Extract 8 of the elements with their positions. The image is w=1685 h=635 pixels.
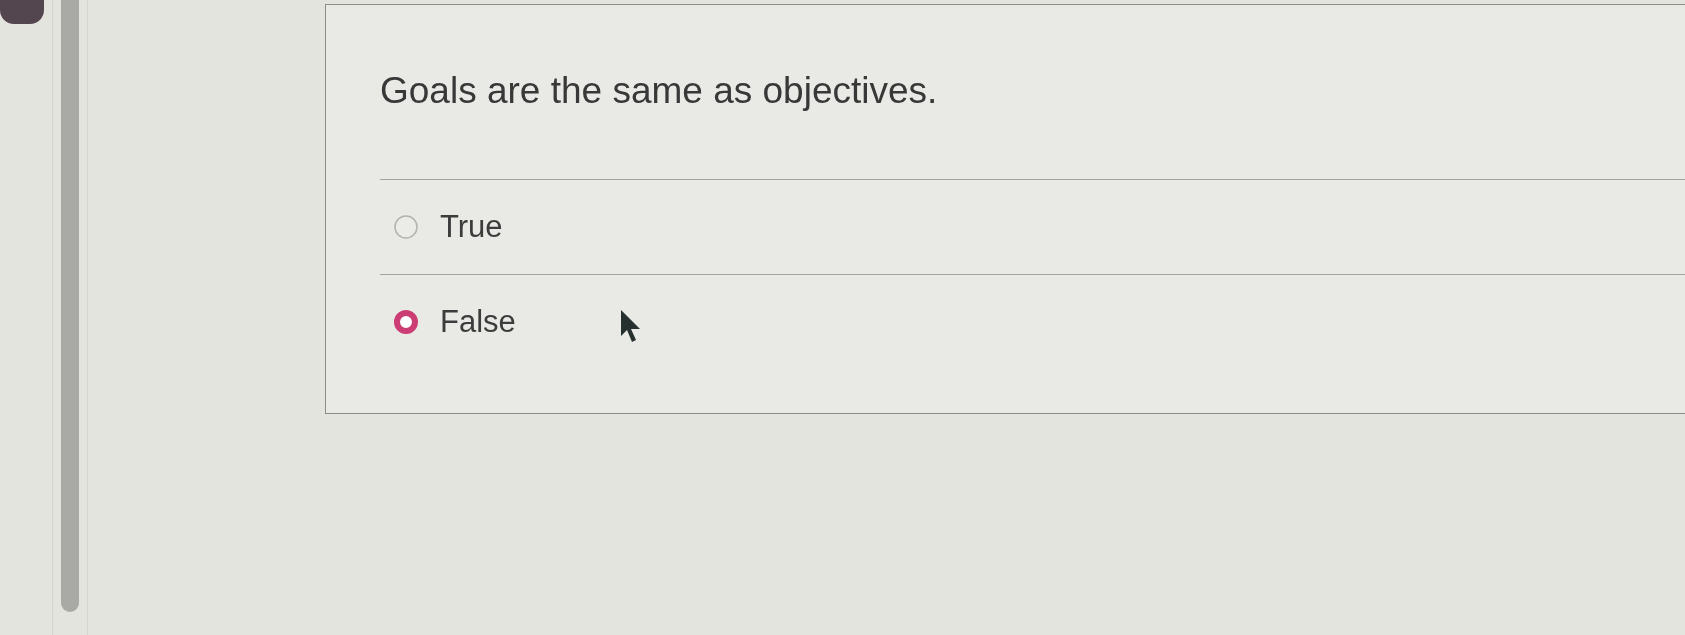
option-label[interactable]: True [440,209,503,245]
question-text: Goals are the same as objectives. [380,69,939,113]
cursor-icon [620,309,642,343]
scrollbar-thumb[interactable] [61,0,79,612]
number-badge [0,0,44,24]
radio-button[interactable] [394,310,418,334]
option-label[interactable]: False [440,304,516,340]
radio-button[interactable] [394,215,418,239]
